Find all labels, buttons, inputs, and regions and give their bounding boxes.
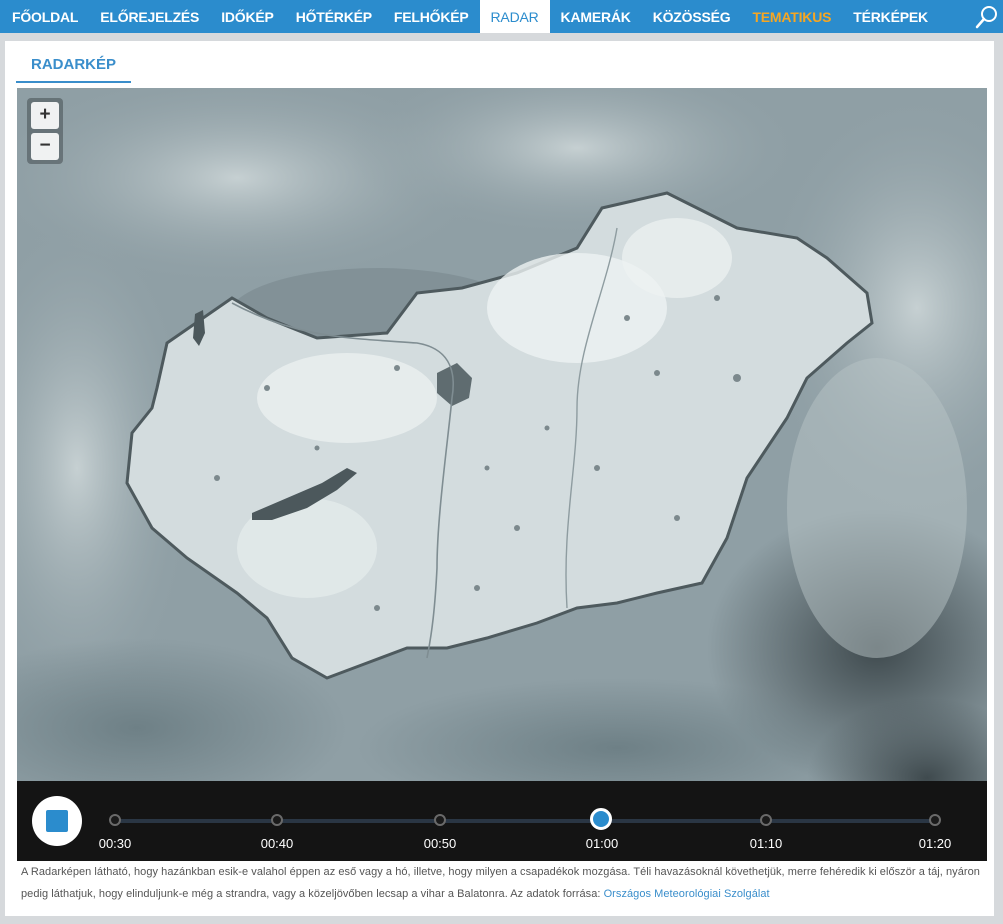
data-source-link[interactable]: Országos Meteorológiai Szolgálat — [604, 888, 770, 900]
timeline-step[interactable] — [271, 814, 283, 826]
timeline-step[interactable] — [760, 814, 772, 826]
stop-icon — [46, 810, 68, 832]
terrain-map — [17, 88, 987, 781]
nav-item-elorejelzes[interactable]: ELŐREJELZÉS — [89, 0, 210, 33]
nav-item-radar[interactable]: RADAR — [479, 0, 550, 33]
nav-item-tematikus[interactable]: TEMATIKUS — [741, 0, 842, 33]
radar-map[interactable]: + − — [17, 88, 987, 781]
zoom-in-button[interactable]: + — [31, 102, 59, 129]
timeline-step[interactable] — [109, 814, 121, 826]
timeline-label: 00:30 — [98, 836, 132, 851]
timeline-step-current[interactable] — [590, 808, 612, 830]
stop-button[interactable] — [32, 796, 82, 846]
timeline-label: 01:20 — [918, 836, 952, 851]
content-panel: RADARKÉP + − 00:30 00:40 00:50 01:00 01:… — [5, 41, 994, 916]
nav-item-idokep[interactable]: IDŐKÉP — [210, 0, 284, 33]
timeline-label: 01:10 — [749, 836, 783, 851]
zoom-control: + − — [27, 98, 63, 164]
nav-item-felhokep[interactable]: FELHŐKÉP — [383, 0, 480, 33]
section-title: RADARKÉP — [16, 52, 132, 83]
timeline-label: 00:40 — [260, 836, 294, 851]
description-text: A Radarképen látható, hogy hazánkban esi… — [21, 866, 980, 900]
timeline-label: 00:50 — [423, 836, 457, 851]
timeline-step[interactable] — [929, 814, 941, 826]
timeline-track[interactable] — [115, 819, 935, 823]
nav-item-terkepek[interactable]: TÉRKÉPEK — [842, 0, 939, 33]
timeline-label: 01:00 — [585, 836, 619, 851]
nav-item-hoterkep[interactable]: HŐTÉRKÉP — [285, 0, 383, 33]
zoom-out-button[interactable]: − — [31, 133, 59, 160]
main-nav: FŐOLDAL ELŐREJELZÉS IDŐKÉP HŐTÉRKÉP FELH… — [0, 0, 1003, 33]
radar-description: A Radarképen látható, hogy hazánkban esi… — [21, 861, 987, 905]
nav-item-fooldal[interactable]: FŐOLDAL — [0, 0, 89, 33]
nav-item-kozosseg[interactable]: KÖZÖSSÉG — [642, 0, 742, 33]
radar-timeline: 00:30 00:40 00:50 01:00 01:10 01:20 — [17, 781, 987, 861]
nav-item-kamerak[interactable]: KAMERÁK — [550, 0, 642, 33]
timeline-step[interactable] — [434, 814, 446, 826]
search-icon[interactable] — [975, 5, 999, 29]
